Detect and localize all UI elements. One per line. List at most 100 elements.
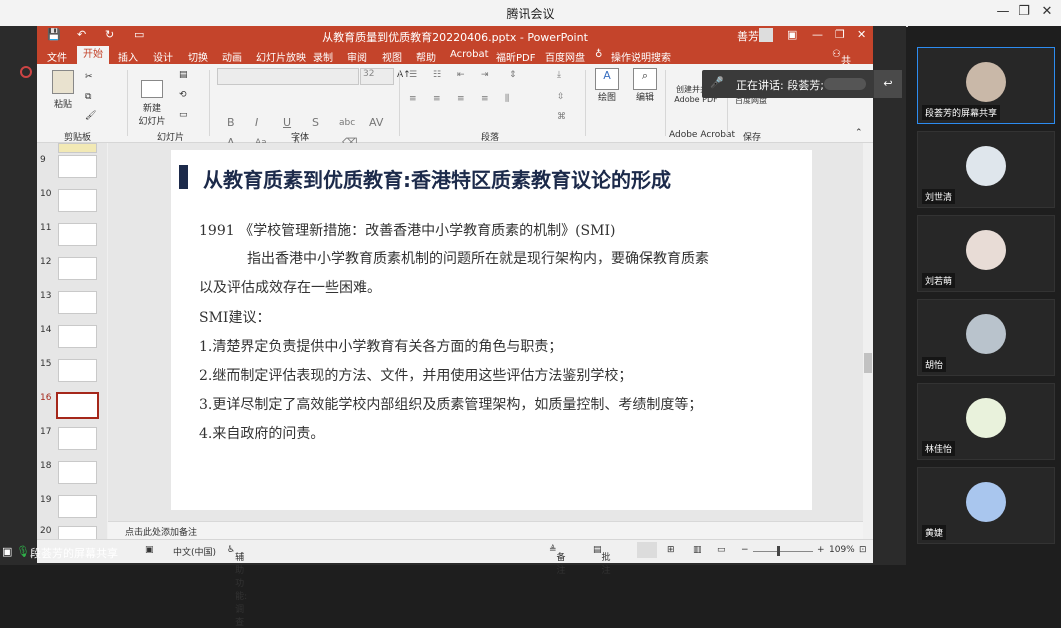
section-icon[interactable]: ▭ — [179, 110, 188, 120]
tab-animations[interactable]: 动画 — [222, 49, 242, 64]
participant-tile[interactable]: 胡怡 — [917, 299, 1055, 376]
ppt-minimize-icon[interactable]: — — [812, 28, 823, 41]
columns-icon[interactable]: ⫼ — [505, 94, 509, 104]
ppt-restore-icon[interactable]: ❐ — [835, 28, 845, 41]
slide-thumbnail[interactable] — [58, 325, 97, 348]
char-spacing-icon[interactable]: AV — [369, 116, 383, 129]
tab-design[interactable]: 设计 — [153, 49, 173, 64]
tab-baidu[interactable]: 百度网盘 — [545, 49, 585, 64]
slide-line[interactable]: 以及评估成效存在一些困难。 — [199, 277, 381, 297]
tab-file[interactable]: 文件 — [47, 49, 67, 64]
notes-button[interactable]: ≜ 备注 — [549, 545, 566, 576]
outdent-icon[interactable]: ⇥ — [481, 70, 489, 80]
user-avatar[interactable] — [759, 28, 773, 42]
align-right-icon[interactable]: ≡ — [457, 94, 465, 104]
slide-line[interactable]: 4.来自政府的问责。 — [199, 423, 324, 443]
minimize-icon[interactable]: — — [992, 3, 1014, 21]
participant-tile[interactable]: 段荟芳的屏幕共享 — [917, 47, 1055, 124]
italic-icon[interactable]: I — [255, 116, 258, 129]
tab-home[interactable]: 开始 — [77, 46, 109, 64]
back-icon[interactable]: ↩ — [874, 70, 902, 98]
format-painter-icon[interactable]: 🖌 — [85, 111, 96, 121]
slide-line[interactable]: 1.清楚界定负责提供中小学教育有关各方面的角色与职责； — [199, 336, 562, 356]
zoom-slider[interactable] — [753, 551, 813, 552]
reading-view-icon[interactable]: ▥ — [693, 545, 702, 555]
language-status[interactable]: 中文(中国) — [173, 545, 216, 558]
participant-tile[interactable]: 刘若萌 — [917, 215, 1055, 292]
slide-title[interactable]: 从教育质素到优质教育:香港特区质素教育议论的形成 — [203, 164, 671, 193]
underline-icon[interactable]: U — [283, 116, 291, 129]
slide-thumbnail[interactable] — [58, 143, 97, 153]
slide-line[interactable]: 2.继而制定评估表现的方法、文件，并用使用这些评估方法鉴别学校； — [199, 365, 632, 385]
sorter-view-icon[interactable]: ⊞ — [667, 545, 675, 555]
font-size-combo[interactable]: 32 — [360, 68, 394, 85]
align-text-icon[interactable]: ⇳ — [557, 92, 565, 102]
slide-thumbnail[interactable] — [58, 461, 97, 484]
tab-review[interactable]: 审阅 — [347, 49, 367, 64]
reset-icon[interactable]: ⟲ — [179, 90, 187, 100]
comments-button[interactable]: ▤ 批注 — [593, 545, 611, 576]
copy-icon[interactable]: ⧉ — [85, 92, 91, 102]
bullets-icon[interactable]: ☰ — [409, 70, 417, 80]
font-name-combo[interactable] — [217, 68, 359, 85]
drawing-button[interactable]: A 绘图 — [593, 68, 621, 103]
spellcheck-icon[interactable]: ▣ — [145, 545, 154, 555]
bold-icon[interactable]: B — [227, 116, 235, 129]
zoom-out-icon[interactable]: − — [741, 545, 749, 555]
slide-line[interactable]: 1991 《学校管理新措施：改善香港中小学教育质素的机制》(SMI) — [199, 220, 615, 240]
align-left-icon[interactable]: ≡ — [409, 94, 417, 104]
share-button[interactable]: ⚇ 共享 — [832, 49, 851, 82]
text-direction-icon[interactable]: ⤓ — [557, 70, 561, 80]
cut-icon[interactable]: ✂ — [85, 72, 93, 82]
slide-thumbnail[interactable] — [58, 155, 97, 178]
participant-tile[interactable]: 黄婕 — [917, 467, 1055, 544]
slide-thumbnail[interactable] — [58, 257, 97, 280]
slide-line[interactable]: SMI建议： — [199, 307, 270, 327]
normal-view-icon[interactable] — [637, 542, 657, 558]
tab-foxit[interactable]: 福昕PDF — [496, 49, 535, 64]
smartart-icon[interactable]: ⌘ — [557, 112, 566, 122]
shadow-icon[interactable]: S — [312, 116, 319, 129]
tab-transitions[interactable]: 切换 — [188, 49, 208, 64]
tab-record[interactable]: 录制 — [313, 49, 333, 64]
tab-view[interactable]: 视图 — [382, 49, 402, 64]
slide-thumbnail[interactable] — [58, 189, 97, 212]
slide-thumbnail[interactable] — [58, 495, 97, 518]
numbering-icon[interactable]: ☷ — [433, 70, 441, 80]
paste-button[interactable]: 粘贴 — [49, 70, 77, 110]
participant-tile[interactable]: 刘世清 — [917, 131, 1055, 208]
slide-line[interactable]: 指出香港中小学教育质素机制的问题所在就是现行架构内，要确保教育质素 — [247, 248, 709, 268]
slide-thumbnail-selected[interactable] — [56, 392, 99, 419]
slide-thumbnail[interactable] — [58, 359, 97, 382]
collapse-ribbon-icon[interactable]: ⌃ — [855, 128, 863, 138]
accessibility-status[interactable]: ♿ 辅助功能: 调查 — [227, 545, 247, 628]
slide-line[interactable]: 3.更详尽制定了高效能学校内部组织及质素管理架构，如质量控制、考绩制度等； — [199, 394, 702, 414]
slide-thumbnail[interactable] — [58, 526, 97, 540]
indent-icon[interactable]: ⇤ — [457, 70, 465, 80]
tab-insert[interactable]: 插入 — [118, 49, 138, 64]
zoom-slider-handle[interactable] — [777, 546, 780, 556]
slide-thumbnail[interactable] — [58, 223, 97, 246]
slide-canvas[interactable]: 从教育质素到优质教育:香港特区质素教育议论的形成 1991 《学校管理新措施：改… — [171, 150, 812, 510]
fit-slide-icon[interactable]: ⊡ — [859, 545, 867, 555]
slideshow-view-icon[interactable]: ▭ — [717, 545, 726, 555]
ppt-close-icon[interactable]: ✕ — [857, 28, 866, 41]
zoom-level[interactable]: 109% — [829, 545, 855, 555]
tab-acrobat[interactable]: Acrobat — [450, 49, 489, 60]
zoom-in-icon[interactable]: + — [817, 545, 825, 555]
tell-me-search[interactable]: 操作说明搜索 — [611, 49, 671, 64]
vertical-scrollbar[interactable] — [863, 143, 873, 548]
new-slide-button[interactable]: 新建 幻灯片 — [134, 70, 170, 137]
layout-icon[interactable]: ▤ — [179, 70, 188, 80]
tab-help[interactable]: 帮助 — [416, 49, 436, 64]
slide-thumbnail[interactable] — [58, 291, 97, 314]
editing-button[interactable]: ⌕ 编辑 — [631, 68, 659, 103]
ribbon-display-icon[interactable]: ▣ — [787, 28, 797, 41]
tab-slideshow[interactable]: 幻灯片放映 — [256, 49, 306, 64]
slide-thumbnail[interactable] — [58, 427, 97, 450]
justify-icon[interactable]: ≡ — [481, 94, 489, 104]
notes-pane[interactable]: 点击此处添加备注 — [108, 521, 863, 540]
user-name[interactable]: 善芳 — [737, 28, 759, 44]
align-center-icon[interactable]: ≡ — [433, 94, 441, 104]
line-spacing-icon[interactable]: ⇕ — [509, 70, 517, 80]
